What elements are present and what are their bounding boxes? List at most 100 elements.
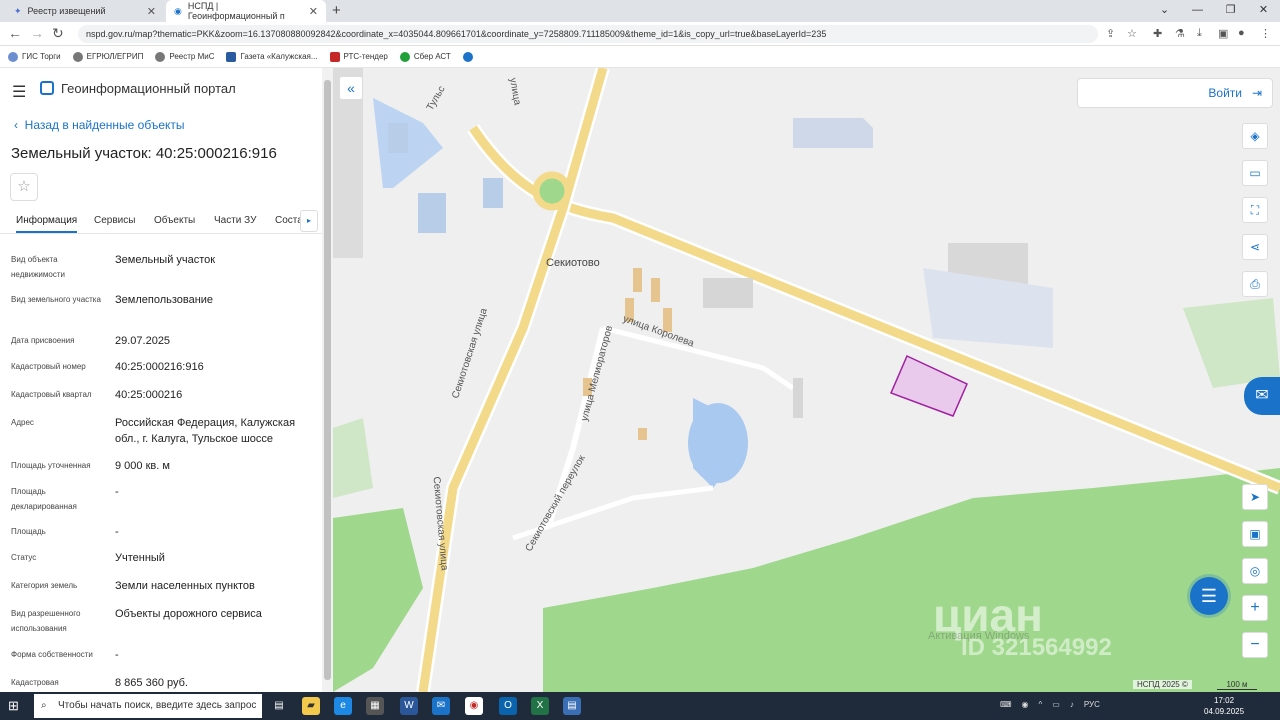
- select-area-button[interactable]: ⛶: [1242, 197, 1268, 223]
- taskbar-search-input[interactable]: ⌕ Чтобы начать поиск, введите здесь запро…: [34, 694, 262, 718]
- map-canvas: [333, 68, 1280, 692]
- geolocate-button[interactable]: ◎: [1242, 558, 1268, 584]
- maximize-icon[interactable]: ❐: [1214, 0, 1247, 22]
- store-icon[interactable]: ▦: [366, 697, 384, 715]
- new-tab-button[interactable]: +: [332, 2, 341, 19]
- login-icon: ⇥: [1251, 86, 1262, 100]
- minimize-icon[interactable]: —: [1181, 0, 1214, 22]
- bookmark-item[interactable]: Реестр МиС: [155, 51, 214, 62]
- language-indicator[interactable]: РУС: [1084, 700, 1100, 709]
- hamburger-menu-icon[interactable]: ☰: [12, 82, 26, 102]
- zoom-out-button[interactable]: −: [1242, 632, 1268, 658]
- panel-scrollbar[interactable]: [322, 68, 333, 692]
- task-view-icon[interactable]: ▤: [270, 697, 288, 715]
- tab-composition[interactable]: Соста: [275, 215, 303, 226]
- bookmark-icon: [329, 51, 340, 62]
- object-title: Земельный участок: 40:25:000216:916: [11, 145, 277, 162]
- back-to-results-link[interactable]: ‹ Назад в найденные объекты: [14, 118, 185, 132]
- bookmark-star-icon[interactable]: ☆: [1127, 27, 1137, 40]
- excel-icon[interactable]: X: [531, 697, 549, 715]
- tab-favicon-icon: ◉: [174, 5, 182, 16]
- windows-start-icon[interactable]: ⊞: [8, 698, 19, 714]
- close-tab-icon[interactable]: ✕: [309, 5, 318, 18]
- extensions-icon[interactable]: ✚: [1153, 27, 1162, 40]
- close-window-icon[interactable]: ✕: [1247, 0, 1280, 22]
- windows-taskbar: ⊞ ⌕ Чтобы начать поиск, введите здесь зап…: [0, 692, 1280, 720]
- tab-title: Реестр извещений: [27, 6, 106, 16]
- back-arrow-icon[interactable]: ←: [8, 25, 22, 41]
- tabs-scroll-right-icon[interactable]: ▸: [300, 210, 318, 232]
- zoom-in-button[interactable]: +: [1242, 595, 1268, 621]
- share-button[interactable]: ⋖: [1242, 234, 1268, 260]
- browser-tab[interactable]: ✦ Реестр извещений ✕: [6, 0, 164, 22]
- tab-list-icon[interactable]: ⌄: [1148, 0, 1181, 22]
- keyboard-icon[interactable]: ⌨: [1000, 700, 1012, 709]
- map-copyright: НСПД 2025 ©: [1133, 680, 1192, 689]
- forward-arrow-icon[interactable]: →: [30, 25, 44, 41]
- word-icon[interactable]: W: [400, 697, 418, 715]
- ruler-button[interactable]: ▭: [1242, 160, 1268, 186]
- bookmark-icon: [226, 51, 237, 62]
- bookmark-item[interactable]: [462, 51, 473, 62]
- taskbar-clock[interactable]: 17:02 04.09.2025: [1204, 695, 1244, 717]
- map-label-village: Секиотово: [546, 257, 600, 269]
- profile-icon[interactable]: ●: [1238, 27, 1245, 39]
- tab-parts[interactable]: Части ЗУ: [214, 215, 256, 226]
- windows-activation: Активация Windows: [928, 630, 1030, 642]
- scrollbar-thumb[interactable]: [324, 80, 331, 680]
- address-bar-row: ← → ↻ nspd.gov.ru/map?thematic=PKK&zoom=…: [0, 22, 1280, 46]
- tray-app-icon[interactable]: ◉: [1022, 700, 1029, 709]
- menu-icon[interactable]: ⋮: [1260, 27, 1271, 40]
- print-button[interactable]: ⎙: [1242, 271, 1268, 297]
- chat-button[interactable]: ☰: [1190, 577, 1228, 615]
- tab-objects[interactable]: Объекты: [154, 215, 195, 226]
- favorite-star-button[interactable]: ☆: [10, 173, 38, 201]
- close-tab-icon[interactable]: ✕: [147, 5, 156, 18]
- collapse-panel-button[interactable]: «: [339, 76, 363, 100]
- bookmark-icon: [8, 51, 18, 62]
- url-input[interactable]: nspd.gov.ru/map?thematic=PKK&zoom=16.137…: [78, 25, 1098, 43]
- bookmark-icon: [462, 51, 473, 62]
- info-panel: ☰ Геоинформационный портал ‹ Назад в най…: [0, 68, 322, 692]
- tab-services[interactable]: Сервисы: [94, 215, 135, 226]
- outlook-icon[interactable]: O: [499, 697, 517, 715]
- tray-chevron-icon[interactable]: ^: [1039, 700, 1043, 709]
- download-icon[interactable]: ⤓: [1197, 27, 1202, 40]
- network-icon[interactable]: ▭: [1052, 700, 1060, 709]
- bookmark-icon: [72, 51, 83, 62]
- bookmark-item[interactable]: РТС-тендер: [329, 51, 388, 62]
- layers-button[interactable]: ◈: [1242, 123, 1268, 149]
- system-tray: ⌨ ◉ ^ ▭ ♪ РУС: [1000, 700, 1100, 709]
- explorer-icon[interactable]: ▰: [302, 697, 320, 715]
- map-view[interactable]: Секиотово улица Королева Секиотовская ул…: [333, 68, 1280, 692]
- mail-icon[interactable]: ✉: [432, 697, 450, 715]
- bookmark-icon: [155, 51, 166, 62]
- share-icon[interactable]: ⇪: [1106, 27, 1115, 40]
- minimap-button[interactable]: ▣: [1242, 521, 1268, 547]
- support-chat-badge[interactable]: ✉: [1244, 377, 1280, 415]
- locate-button[interactable]: ➤: [1242, 484, 1268, 510]
- search-icon: ⌕: [41, 700, 47, 711]
- bookmark-item[interactable]: ЕГРЮЛ/ЕГРИП: [72, 51, 143, 62]
- map-scale: 100 м: [1217, 680, 1257, 690]
- chevron-left-icon: ‹: [14, 118, 18, 132]
- bookmark-item[interactable]: Сбер АСТ: [399, 51, 451, 62]
- reload-icon[interactable]: ↻: [52, 25, 64, 42]
- browser-tab-active[interactable]: ◉ НСПД | Геоинформационный п ✕: [166, 0, 326, 22]
- bookmark-item[interactable]: ГИС Торги: [8, 51, 61, 62]
- info-tabs: Информация Сервисы Объекты Части ЗУ Сост…: [0, 210, 322, 234]
- chrome-icon[interactable]: ◉: [465, 697, 483, 715]
- login-button[interactable]: Войти ⇥: [1077, 78, 1273, 108]
- window-controls: ⌄ — ❐ ✕: [1148, 0, 1280, 22]
- tab-information[interactable]: Информация: [16, 215, 78, 233]
- sidebar-icon[interactable]: ▣: [1218, 27, 1228, 40]
- extension-icon[interactable]: ⚗: [1175, 27, 1185, 40]
- bookmark-icon: [399, 51, 410, 62]
- portal-logo-icon: [40, 81, 54, 95]
- browser-tab-bar: ✦ Реестр извещений ✕ ◉ НСПД | Геоинформа…: [0, 0, 1280, 22]
- edge-icon[interactable]: e: [334, 697, 352, 715]
- calculator-icon[interactable]: ▤: [563, 697, 581, 715]
- bookmark-item[interactable]: Газета «Калужская...: [226, 51, 318, 62]
- app-title: Геоинформационный портал: [61, 81, 236, 96]
- volume-icon[interactable]: ♪: [1070, 700, 1074, 709]
